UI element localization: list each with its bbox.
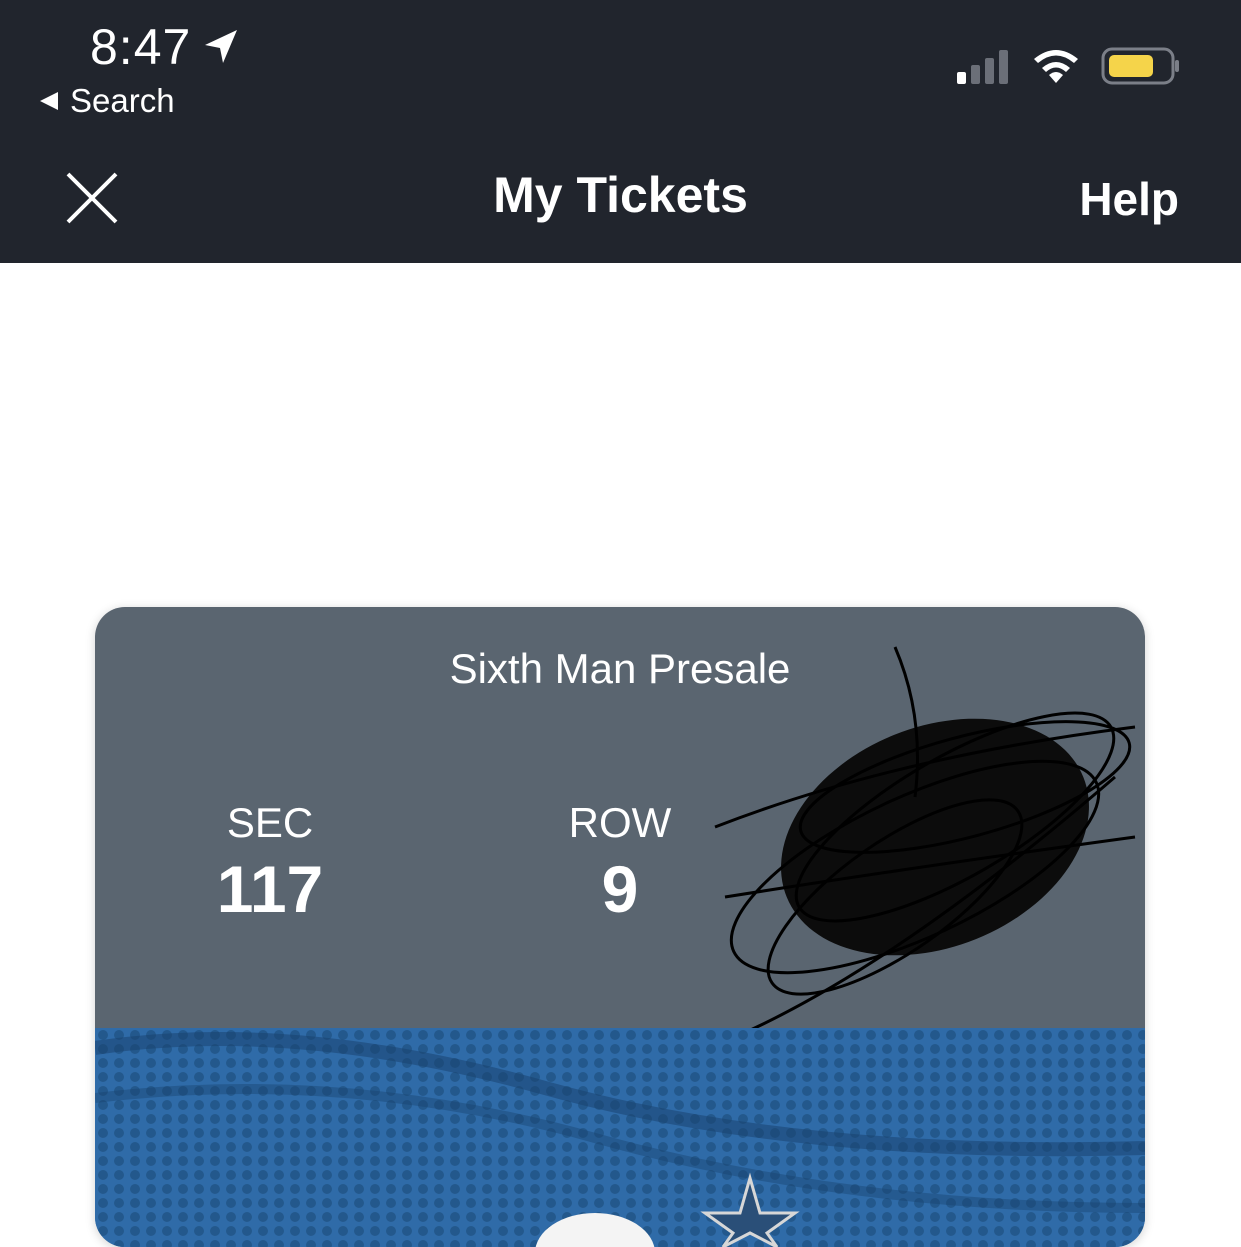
help-button[interactable]: Help (1079, 172, 1179, 226)
ticket-artwork (95, 1028, 1145, 1247)
wifi-icon (1034, 50, 1078, 83)
page-title: My Tickets (493, 167, 748, 223)
status-icons (955, 46, 1181, 86)
back-to-search-link[interactable]: Search (38, 82, 175, 120)
ticket-info-panel: Sixth Man Presale SEC 117 ROW 9 (95, 607, 1145, 1037)
back-triangle-icon (40, 92, 58, 110)
ticket-artwork-graphic (95, 1028, 1145, 1247)
status-time: 8:47 (90, 18, 241, 76)
battery-icon (1101, 47, 1179, 85)
signal-icon (957, 50, 1008, 84)
redaction-scribble (714, 646, 1136, 1037)
app-header: 8:47 Search My Tickets Help (0, 0, 1241, 263)
section-label: SEC (226, 799, 314, 846)
section-value: 117 (216, 852, 324, 926)
ticket-card[interactable]: Sixth Man Presale SEC 117 ROW 9 (95, 607, 1145, 1247)
status-time-text: 8:47 (90, 19, 192, 75)
section-block: SEC 117 (150, 799, 390, 927)
location-arrow-icon (205, 30, 238, 63)
back-link-label: Search (70, 82, 175, 119)
